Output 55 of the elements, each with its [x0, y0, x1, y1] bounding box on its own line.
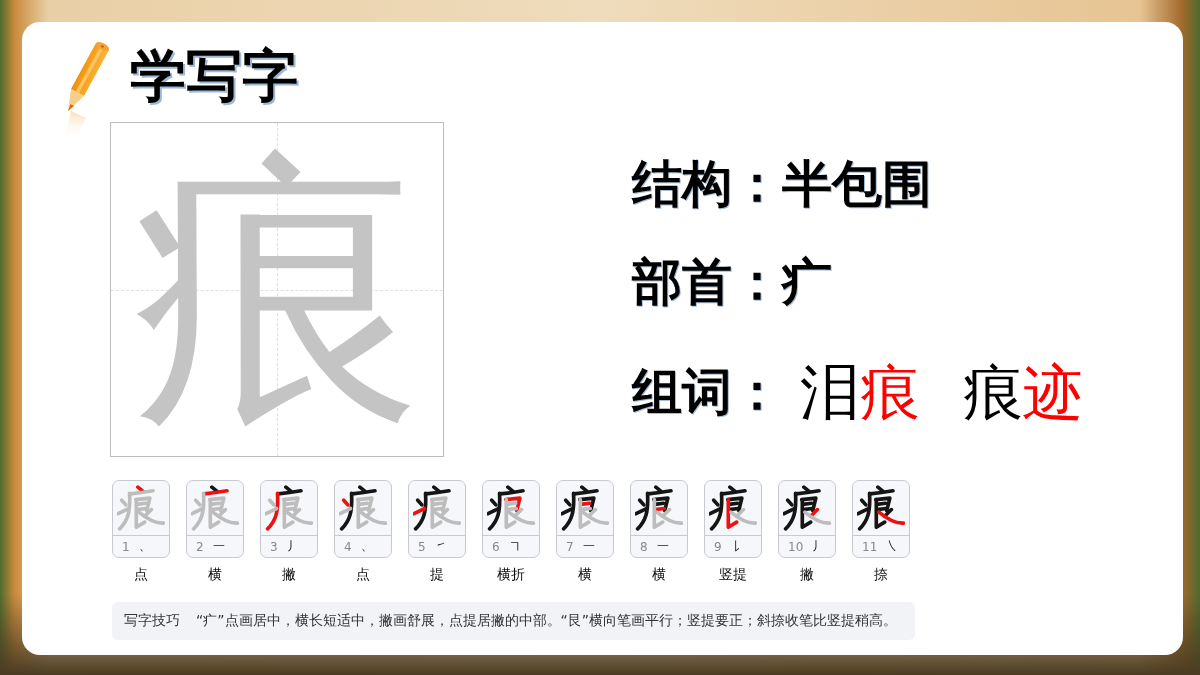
stroke-name: 提: [430, 565, 444, 583]
stroke-name: 点: [134, 565, 148, 583]
stroke-symbol: 、: [360, 538, 373, 555]
stroke-name: 横: [208, 565, 222, 583]
stroke-name: 横折: [497, 565, 525, 583]
stroke-name: 点: [356, 565, 370, 583]
info-label: 结构：: [632, 154, 782, 214]
stroke-number: 6: [492, 539, 500, 554]
stroke-name: 撇: [282, 565, 296, 583]
info-value: 半包围: [782, 154, 932, 214]
stroke-number: 11: [862, 539, 878, 554]
stroke-number: 7: [566, 539, 574, 554]
stroke-order-drawing: [265, 485, 313, 531]
info-label: 组词：: [632, 362, 782, 422]
compound-word: 痕迹: [963, 360, 1083, 424]
info-label: 部首：: [632, 252, 782, 312]
stroke-symbol: 一: [582, 538, 595, 555]
stroke-symbol: 丿: [812, 538, 825, 555]
stroke-order-drawing: [635, 485, 683, 531]
stroke-order-drawing: [487, 485, 535, 531]
stroke-order-drawing: [783, 485, 831, 531]
stroke-number: 9: [714, 539, 722, 554]
stroke-name: 竖提: [719, 565, 747, 583]
stroke-symbol: 一: [212, 538, 225, 555]
tip-text: “疒”点画居中，横长短适中，撇画舒展，点提居撇的中部。“艮”横向笔画平行；竖提要正；斜捺收笔比竖提稍高。: [196, 612, 897, 630]
page-title: 学写字: [130, 45, 298, 105]
compound-word: 泪痕: [800, 360, 920, 424]
stroke-order-drawing: [117, 485, 165, 531]
stroke-symbol: 一: [656, 538, 669, 555]
stroke-order-drawing: [709, 485, 757, 531]
stroke-name: 撇: [800, 565, 814, 583]
stroke-order-drawing: [191, 485, 239, 531]
stroke-symbol: ㇏: [886, 538, 899, 555]
stroke-symbol: 、: [138, 538, 151, 555]
practice-character: 痕: [132, 139, 422, 440]
stroke-symbol: ㇕: [508, 538, 521, 555]
stroke-number: 1: [122, 539, 130, 554]
stroke-number: 2: [196, 539, 204, 554]
stroke-name: 捺: [874, 565, 888, 583]
stroke-symbol: ㇙: [730, 538, 743, 555]
stroke-number: 3: [270, 539, 278, 554]
stroke-number: 10: [788, 539, 804, 554]
tip-label: 写字技巧: [124, 612, 180, 630]
stroke-name: 横: [652, 565, 666, 583]
info-value: 疒: [782, 252, 832, 312]
stroke-order-drawing: [561, 485, 609, 531]
stroke-order-drawing: [339, 485, 387, 531]
stroke-number: 4: [344, 539, 352, 554]
stroke-symbol: 丿: [286, 538, 299, 555]
stroke-order-drawing: [413, 485, 461, 531]
stroke-name: 横: [578, 565, 592, 583]
stroke-symbol: ㇀: [434, 538, 447, 555]
stroke-number: 5: [418, 539, 426, 554]
stroke-number: 8: [640, 539, 648, 554]
stroke-order-drawing: [857, 485, 905, 531]
